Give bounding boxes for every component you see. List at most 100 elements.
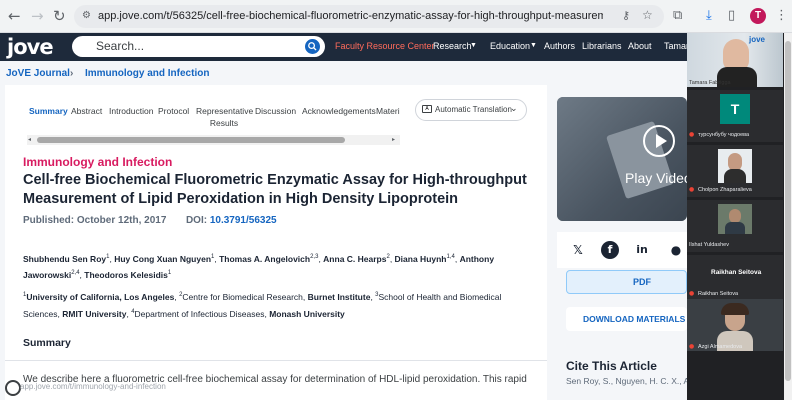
author-affiliation-marker: 2 [386, 254, 390, 260]
author-affiliation-marker: 1 [167, 269, 172, 276]
tab-acknowledgements[interactable]: Acknowledgements [302, 105, 376, 117]
download-materials-label: DOWNLOAD MATERIALS LI [583, 314, 696, 324]
jove-watermark: jove [749, 35, 766, 44]
play-icon[interactable] [643, 125, 675, 157]
site-header: jove Search... Faculty Resource Center R… [0, 33, 792, 61]
tab-summary[interactable]: Summary [29, 105, 68, 117]
pdf-button[interactable]: PDF [566, 270, 687, 294]
video-call-panel: jove Tamara Fabrigga T ● турсунбубу чодо… [687, 33, 792, 400]
forward-icon[interactable]: → [31, 7, 44, 25]
nav-authors[interactable]: Authors [544, 41, 575, 51]
tab-representative-results[interactable]: Representative Results [196, 105, 253, 129]
tab-materials[interactable]: Materi [376, 105, 400, 117]
chat-icon[interactable]: ● [667, 241, 685, 259]
linkedin-icon[interactable]: in [633, 241, 651, 259]
reload-icon[interactable]: ↻ [53, 7, 66, 25]
participant-name: Cholpon Zhaparalieva [698, 187, 752, 193]
panel-scrollbar-thumb[interactable] [785, 41, 791, 381]
browser-menu-icon[interactable]: ⋮ [775, 8, 788, 24]
sidebar-toggle-icon[interactable]: ▯ [728, 8, 735, 24]
nav-about[interactable]: About [628, 41, 652, 51]
x-twitter-icon[interactable]: 𝕏 [569, 241, 587, 259]
nav-account[interactable]: Tamar [664, 41, 689, 51]
pdf-button-label: PDF [633, 277, 651, 287]
breadcrumb-journal[interactable]: JoVE Journal [6, 68, 70, 79]
nav-education[interactable]: Education [490, 41, 530, 51]
affiliation-marker: 4 [131, 308, 135, 315]
scroll-right-icon[interactable]: ▸ [392, 136, 395, 143]
chevron-right-icon: › [70, 68, 74, 79]
url-text[interactable]: app.jove.com/t/56325/cell-free-biochemic… [98, 10, 603, 22]
faculty-resource-link[interactable]: Faculty Resource Center [335, 41, 435, 51]
tab-discussion[interactable]: Discussion [255, 105, 296, 117]
translate-icon: A [422, 105, 432, 113]
tab-protocol[interactable]: Protocol [158, 105, 189, 117]
author-name[interactable]: Anna C. Hearps [323, 254, 386, 264]
participant-video [718, 149, 752, 183]
profile-avatar[interactable]: T [750, 8, 766, 24]
author-name[interactable]: Shubhendu Sen Roy [23, 254, 106, 264]
address-bar[interactable]: ⚙ app.jove.com/t/56325/cell-free-biochem… [74, 5, 664, 28]
breadcrumb-section[interactable]: Immunology and Infection [85, 68, 209, 79]
summary-heading: Summary [23, 337, 71, 349]
author-list: Shubhendu Sen Roy1, Huy Cong Xuan Nguyen… [23, 253, 495, 280]
article-title: Cell-free Biochemical Fluorometric Enzym… [23, 172, 527, 207]
translate-label: Automatic Translation [435, 105, 512, 114]
article-category[interactable]: Immunology and Infection [23, 155, 172, 169]
status-bar-url: app.jove.com/t/immunology-and-infection [20, 382, 166, 391]
participant-name: турсунбубу чодоева [698, 132, 750, 138]
tab-introduction[interactable]: Introduction [109, 105, 153, 117]
download-icon[interactable]: ⤓ [706, 8, 712, 24]
participant-tile[interactable]: ● Cholpon Zhaparalieva [687, 145, 783, 197]
video-player[interactable]: Play Video [557, 97, 687, 221]
facebook-icon[interactable]: f [601, 241, 619, 259]
doi-link[interactable]: 10.3791/56325 [210, 215, 277, 226]
author-affiliation-marker: 1 [106, 254, 110, 260]
participant-name: Tamara Fabrigga [689, 80, 731, 86]
participant-tile[interactable]: Ilshat Yuldashev [687, 200, 783, 252]
mic-off-icon: ● [689, 343, 695, 350]
participant-avatar: T [720, 94, 750, 124]
cite-heading: Cite This Article [566, 359, 657, 373]
participant-tile[interactable]: ● Azgi Almamedova [687, 299, 783, 351]
download-materials-button[interactable]: DOWNLOAD MATERIALS LI [566, 307, 695, 331]
author-name[interactable]: Diana Huynh [395, 254, 447, 264]
status-indicator-icon[interactable] [5, 380, 21, 396]
password-key-icon[interactable]: ⚷ [622, 9, 630, 22]
nav-librarians[interactable]: Librarians [582, 41, 622, 51]
author-affiliation-marker: 1 [211, 254, 215, 260]
translation-select[interactable]: A Automatic Translation ⌄ [415, 99, 527, 121]
search-placeholder: Search... [96, 39, 145, 53]
scroll-left-icon[interactable]: ◂ [28, 136, 31, 143]
participant-tile[interactable]: T ● турсунбубу чодоева [687, 90, 783, 142]
search-icon[interactable] [305, 39, 320, 54]
search-input[interactable]: Search... [72, 36, 325, 57]
affiliation-marker: 3 [375, 292, 379, 298]
extensions-icon[interactable]: ⧉ [673, 8, 682, 24]
play-video-label[interactable]: Play Video [625, 170, 687, 186]
author-name[interactable]: Thomas A. Angelovich [219, 254, 310, 264]
mic-off-icon: ● [689, 131, 695, 138]
author-affiliation-marker: 1,4 [446, 254, 455, 260]
chevron-down-icon: ⌄ [510, 104, 518, 114]
site-info-icon[interactable]: ⚙ [82, 10, 91, 21]
nav-research[interactable]: Research [433, 41, 472, 51]
jove-logo[interactable]: jove [7, 35, 54, 59]
chevron-down-icon: ▼ [470, 42, 477, 49]
bookmark-star-icon[interactable]: ☆ [642, 8, 653, 22]
participant-name: Azgi Almamedova [698, 344, 743, 350]
participant-name: Raikhan Seitova [698, 291, 739, 297]
back-icon[interactable]: ← [8, 7, 21, 25]
affiliation-institution: RMIT University [62, 308, 127, 319]
author-name[interactable]: Huy Cong Xuan Nguyen [114, 254, 211, 264]
affiliation-institution: Burnet Institute [307, 291, 371, 302]
mic-off-icon: ● [689, 290, 695, 297]
participant-video [718, 204, 752, 234]
affiliation-marker: 2 [179, 292, 183, 298]
tab-scrollbar-thumb[interactable] [37, 137, 345, 143]
participant-tile[interactable]: jove Tamara Fabrigga [687, 33, 783, 87]
published-date: Published: October 12th, 2017 [23, 215, 167, 226]
tab-abstract[interactable]: Abstract [71, 105, 102, 117]
share-row: 𝕏 f in ● [557, 232, 687, 268]
author-name[interactable]: Theodoros Kelesidis [84, 270, 168, 280]
